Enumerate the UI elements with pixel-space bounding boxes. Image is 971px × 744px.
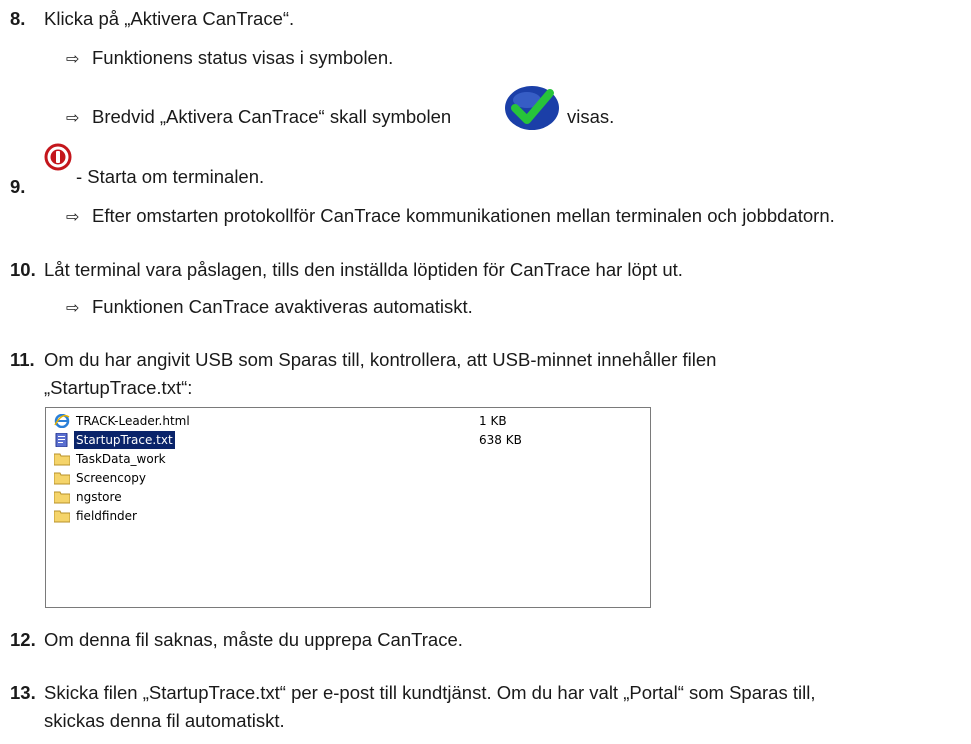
step-text: Låt terminal vara påslagen, tills den in… xyxy=(44,259,683,280)
file-row[interactable]: TaskData_work xyxy=(54,450,644,468)
result-8a: ⇨ Funktionens status visas i symbolen. xyxy=(66,47,393,69)
folder-icon xyxy=(54,491,70,504)
file-name: TRACK-Leader.html xyxy=(76,414,190,428)
ie-icon xyxy=(54,414,70,428)
file-name: TaskData_work xyxy=(76,452,166,466)
folder-icon xyxy=(54,472,70,485)
result-text: Funktionens status visas i symbolen. xyxy=(92,47,394,68)
result-9: ⇨ Efter omstarten protokollför CanTrace k… xyxy=(66,205,835,227)
result-10: ⇨ Funktionen CanTrace avaktiveras automat… xyxy=(66,296,473,318)
file-row[interactable]: StartupTrace.txt 638 KB xyxy=(54,431,644,449)
step-number: 11. xyxy=(10,349,35,370)
step-number: 13. xyxy=(10,682,36,703)
step-text: Klicka på „Aktivera CanTrace“. xyxy=(44,8,295,29)
result-text: visas. xyxy=(567,106,615,127)
checkmark-icon xyxy=(505,86,559,130)
step-number: 8. xyxy=(10,8,26,29)
file-name: Screencopy xyxy=(76,471,146,485)
file-name: ngstore xyxy=(76,490,122,504)
step-text: Om du har angivit USB som Sparas till, k… xyxy=(44,349,717,370)
arrow-icon: ⇨ xyxy=(66,108,80,127)
file-size: 1 KB xyxy=(479,414,507,428)
arrow-icon: ⇨ xyxy=(66,49,80,68)
file-name: fieldfinder xyxy=(76,509,137,523)
step-text: Om denna fil saknas, måste du upprepa Ca… xyxy=(44,629,463,650)
result-text: Bredvid „Aktivera CanTrace“ skall symbol… xyxy=(92,106,452,127)
step-text: skickas denna fil automatiskt. xyxy=(44,710,285,731)
result-8b: ⇨ Bredvid „Aktivera CanTrace“ skall symbo… xyxy=(66,106,451,128)
file-row[interactable]: fieldfinder xyxy=(54,507,644,525)
text-file-icon xyxy=(55,433,68,447)
step-text: Skicka filen „StartupTrace.txt“ per e-po… xyxy=(44,682,816,703)
step-number: 10. xyxy=(10,259,36,280)
arrow-icon: ⇨ xyxy=(66,207,80,226)
step-text: „StartupTrace.txt“: xyxy=(44,377,193,398)
result-text: Efter omstarten protokollför CanTrace ko… xyxy=(92,205,835,226)
file-row[interactable]: Screencopy xyxy=(54,469,644,487)
arrow-icon: ⇨ xyxy=(66,298,80,317)
file-row[interactable]: ngstore xyxy=(54,488,644,506)
step-number: 12. xyxy=(10,629,36,650)
step-text: - Starta om terminalen. xyxy=(76,166,265,187)
file-row[interactable]: TRACK-Leader.html 1 KB xyxy=(54,412,644,430)
result-text: Funktionen CanTrace avaktiveras automati… xyxy=(92,296,473,317)
result-8b-after: visas. xyxy=(567,106,614,128)
folder-icon xyxy=(54,510,70,523)
folder-icon xyxy=(54,453,70,466)
step-9-text: - Starta om terminalen. xyxy=(76,166,264,188)
file-list: TRACK-Leader.html 1 KB StartupTrace.txt … xyxy=(45,407,651,608)
file-size: 638 KB xyxy=(479,433,522,447)
file-name: StartupTrace.txt xyxy=(74,431,175,449)
step-number: 9. xyxy=(10,176,26,197)
power-icon xyxy=(44,143,72,171)
